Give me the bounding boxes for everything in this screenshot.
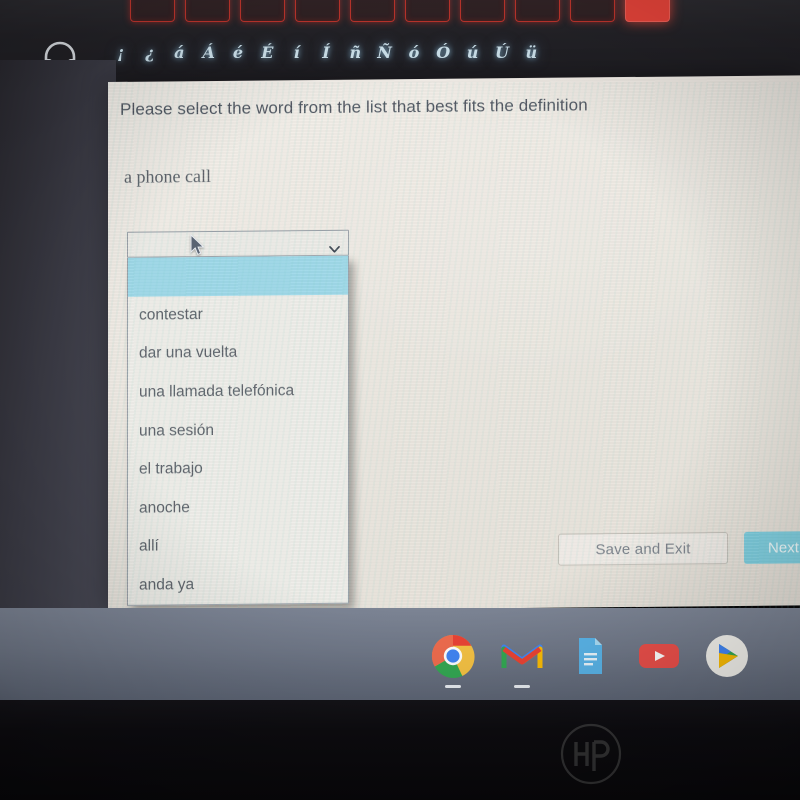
keyboard-key	[130, 0, 175, 22]
accent-char-button[interactable]: ¿	[135, 43, 164, 62]
accent-char-button[interactable]: ü	[517, 43, 546, 62]
dropdown-option[interactable]: una llamada telefónica	[128, 371, 348, 412]
accent-char-button[interactable]: á	[165, 43, 194, 62]
dropdown-option[interactable]: dar una vuelta	[128, 333, 348, 374]
laptop-top-bezel: ¡ ¿ á Á é É í Í ñ Ñ ó Ó ú Ú ü	[0, 0, 800, 88]
chromeos-shelf[interactable]	[0, 608, 800, 704]
gmail-icon[interactable]	[499, 633, 545, 688]
accent-char-button[interactable]: É	[253, 43, 282, 62]
keyboard-key	[570, 0, 615, 22]
definition-value: a phone call	[124, 166, 211, 187]
next-button[interactable]: Next	[744, 530, 800, 564]
keyboard-backlit-keys	[130, 0, 670, 22]
keyboard-key	[185, 0, 230, 22]
laptop-left-bezel	[0, 60, 116, 620]
accent-character-toolbar[interactable]: ¡ ¿ á Á é É í Í ñ Ñ ó Ó ú Ú ü	[106, 36, 546, 68]
quiz-content-panel: Please select the word from the list tha…	[108, 75, 800, 613]
app-running-indicator	[445, 685, 461, 688]
keyboard-key	[350, 0, 395, 22]
dropdown-option[interactable]: anoche	[128, 487, 348, 528]
accent-char-button[interactable]: ñ	[341, 43, 370, 62]
play-store-icon[interactable]	[704, 633, 750, 679]
keyboard-key	[405, 0, 450, 22]
accent-char-button[interactable]: í	[282, 43, 311, 62]
dropdown-option[interactable]: allí	[128, 526, 348, 567]
accent-char-button[interactable]: ú	[458, 43, 487, 62]
keyboard-key	[295, 0, 340, 22]
dropdown-option[interactable]: una sesión	[128, 410, 348, 451]
laptop-photo-scene: ¡ ¿ á Á é É í Í ñ Ñ ó Ó ú Ú ü Please sel…	[0, 0, 800, 800]
chevron-down-icon	[329, 239, 340, 253]
youtube-icon[interactable]	[636, 633, 682, 679]
keyboard-key	[515, 0, 560, 22]
accent-char-button[interactable]: ¡	[106, 43, 135, 62]
accent-char-button[interactable]: é	[223, 43, 252, 62]
accent-char-button[interactable]: Á	[194, 43, 223, 62]
dropdown-option-blank[interactable]	[128, 255, 348, 297]
accent-char-button[interactable]: Í	[311, 43, 340, 62]
save-and-exit-button[interactable]: Save and Exit	[558, 532, 728, 566]
keyboard-key-lit	[625, 0, 670, 22]
chrome-icon[interactable]	[430, 633, 476, 688]
accent-char-button[interactable]: Ú	[487, 43, 516, 62]
dropdown-option[interactable]: anda ya	[128, 564, 348, 605]
accent-char-button[interactable]: Ó	[429, 43, 458, 62]
keyboard-key	[460, 0, 505, 22]
accent-char-button[interactable]: ó	[399, 43, 428, 62]
accent-char-button[interactable]: Ñ	[370, 43, 399, 62]
laptop-bottom-bezel	[0, 700, 800, 800]
keyboard-key	[240, 0, 285, 22]
mouse-pointer	[190, 233, 205, 256]
quiz-prompt: Please select the word from the list tha…	[120, 95, 588, 119]
hp-logo	[560, 723, 622, 785]
answer-select[interactable]	[127, 229, 349, 258]
app-running-indicator	[513, 685, 530, 688]
docs-icon[interactable]	[567, 633, 613, 679]
dropdown-option[interactable]: el trabajo	[128, 449, 348, 490]
dropdown-option[interactable]: contestar	[128, 294, 348, 335]
answer-select-dropdown[interactable]: contestar dar una vuelta una llamada tel…	[127, 255, 349, 606]
